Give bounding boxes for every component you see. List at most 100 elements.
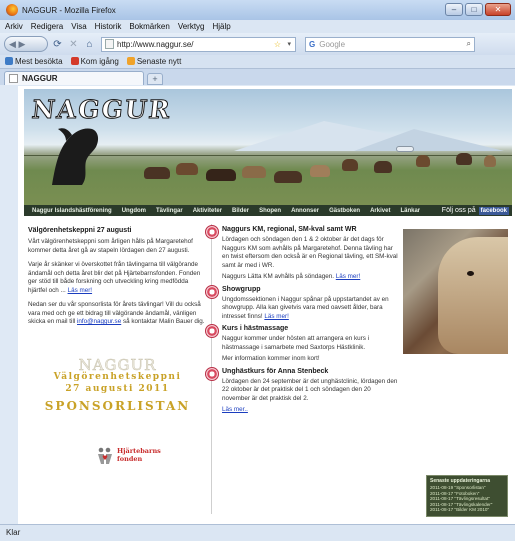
tab-favicon-icon (9, 74, 18, 83)
site-logo[interactable]: NAGGUR (30, 95, 174, 125)
navigation-toolbar: ◀ ▶ ⟳ ✕ ⌂ http://www.naggur.se/ ☆ ▾ G Go… (0, 33, 515, 55)
minimize-button[interactable]: – (445, 3, 463, 16)
charity-paragraph-2: Varje år skänker vi överskottet från täv… (28, 261, 201, 294)
menu-hjalp[interactable]: Hjälp (213, 22, 231, 31)
news-bullet-icon (205, 366, 219, 381)
forward-arrow-icon: ▶ (18, 38, 26, 49)
read-more-link[interactable]: Läs mer! (68, 287, 93, 294)
rss-icon (126, 57, 135, 65)
bookmark-most-visited[interactable]: Mest besökta (5, 57, 63, 66)
bookmark-latest-news[interactable]: Senaste nytt (126, 57, 181, 66)
header-banner: NAGGUR (24, 89, 512, 205)
nav-bilder[interactable]: Bilder (227, 208, 254, 214)
bookmark-get-started[interactable]: Kom igång (70, 57, 119, 66)
maximize-button[interactable]: □ (465, 3, 483, 16)
new-tab-button[interactable]: + (147, 73, 163, 85)
menu-verktyg[interactable]: Verktyg (178, 22, 205, 31)
nav-shopen[interactable]: Shopen (254, 208, 286, 214)
menubar: Arkiv Redigera Visa Historik Bokmärken V… (0, 20, 515, 33)
horse-photo (403, 229, 508, 354)
search-bar[interactable]: G Google ⌕ (305, 36, 475, 52)
site-navigation: Naggur Islandshästförening Ungdom Tävlin… (24, 205, 512, 216)
close-button[interactable]: ✕ (485, 3, 511, 16)
menu-visa[interactable]: Visa (71, 22, 86, 31)
home-icon[interactable]: ⌂ (83, 39, 96, 50)
nav-ungdom[interactable]: Ungdom (117, 208, 151, 214)
horse-shape (176, 163, 198, 175)
children-heart-icon (98, 447, 112, 464)
url-text: http://www.naggur.se/ (117, 39, 194, 49)
nav-gastboken[interactable]: Gästboken (324, 208, 365, 214)
charity-paragraph-3: Nedan ser du vår sponsorlista för årets … (28, 301, 205, 325)
mountain-shape-2 (354, 129, 504, 151)
read-more-link[interactable]: Läs mer! (264, 313, 289, 320)
sponsor-line-3: SPONSORLISTAN (44, 399, 191, 413)
tab-naggur[interactable]: NAGGUR (4, 71, 144, 85)
window-titlebar: NAGGUR - Mozilla Firefox – □ ✕ (0, 0, 515, 20)
search-icon[interactable]: ⌕ (467, 39, 471, 49)
nav-aktiviteter[interactable]: Aktiviteter (188, 208, 227, 214)
news-title: Showgrupp (222, 285, 261, 293)
reload-icon[interactable]: ⟳ (51, 39, 64, 50)
horse-shape (416, 155, 430, 167)
nav-tavlingar[interactable]: Tävlingar (151, 208, 188, 214)
status-bar: Klar (0, 524, 515, 541)
page-viewport: NAGGUR Naggur Islandshästförening Ungdom… (18, 86, 515, 524)
menu-bokmarken[interactable]: Bokmärken (129, 22, 169, 31)
status-text: Klar (6, 528, 21, 537)
news-item: Unghästkurs för Anna Stenbeck Lördagen d… (205, 366, 398, 415)
news-bullet-icon (205, 324, 219, 338)
update-item[interactable]: 2011-08-17 "Bilder KM 2010" (430, 507, 504, 513)
menu-arkiv[interactable]: Arkiv (5, 22, 23, 31)
news-item: Naggurs KM, regional, SM-kval samt WR Lö… (205, 225, 398, 282)
read-more-link[interactable]: Läs mer.. (222, 406, 248, 413)
news-title: Kurs i hästmassage (222, 325, 289, 332)
horse-shape (484, 155, 496, 167)
nav-annonser[interactable]: Annonser (286, 208, 324, 214)
nav-arkivet[interactable]: Arkivet (365, 208, 395, 214)
bookmark-folder-icon (5, 57, 13, 65)
news-title: Naggurs KM, regional, SM-kval samt WR (222, 226, 357, 233)
latest-updates-box: Senaste uppdateringarna 2011-08-19 "Spon… (426, 475, 508, 517)
horse-shape (310, 165, 330, 177)
news-item: Kurs i hästmassage Naggur kommer under h… (205, 324, 398, 364)
email-link[interactable]: info@naggur.se (77, 318, 121, 325)
read-more-link[interactable]: Läs mer! (336, 273, 361, 280)
menu-redigera[interactable]: Redigera (31, 22, 63, 31)
horse-mane-shape (438, 237, 508, 354)
search-placeholder: Google (319, 39, 346, 49)
menu-historik[interactable]: Historik (95, 22, 122, 31)
window-title: NAGGUR - Mozilla Firefox (22, 5, 116, 15)
page-favicon-icon (105, 39, 114, 49)
tab-bar: NAGGUR + (0, 69, 515, 85)
horse-shape (342, 159, 358, 171)
sponsor-line-2: 27 augusti 2011 (65, 384, 170, 394)
nav-lankar[interactable]: Länkar (395, 208, 425, 214)
horse-shape (274, 171, 302, 183)
facebook-icon[interactable]: facebook (478, 206, 509, 215)
sponsor-line-1: Välgörenhetskeppni (53, 372, 182, 382)
google-icon[interactable]: G (309, 40, 315, 49)
news-bullet-icon (205, 225, 219, 239)
hjartebarnsfonden-logo[interactable]: Hjärtebarns fonden (96, 444, 166, 470)
bookmark-star-icon[interactable]: ☆ (274, 40, 281, 49)
follow-text: Följ oss på (441, 207, 476, 214)
back-forward-button[interactable]: ◀ ▶ (4, 36, 48, 52)
bookmarks-toolbar: Mest besökta Kom igång Senaste nytt (0, 55, 515, 69)
nav-naggur[interactable]: Naggur Islandshästförening (27, 208, 117, 214)
url-bar[interactable]: http://www.naggur.se/ ☆ ▾ (101, 36, 296, 52)
stop-icon[interactable]: ✕ (67, 39, 80, 50)
left-column: Välgörenhetskeppni 27 augusti Vårt välgö… (28, 227, 208, 333)
firefox-bookmark-icon (70, 57, 79, 65)
facebook-follow[interactable]: Följ oss på facebook (441, 206, 509, 215)
news-bullet-icon (205, 284, 219, 299)
car-shape (396, 146, 414, 152)
horse-shape (374, 161, 392, 173)
horse-shape (456, 153, 472, 165)
firefox-icon (6, 4, 18, 16)
news-column: Naggurs KM, regional, SM-kval samt WR Lö… (205, 225, 398, 419)
horse-shape (144, 167, 170, 179)
hjarta-text: Hjärtebarns fonden (117, 447, 161, 463)
sponsor-list-banner[interactable]: NAGGUR Välgörenhetskeppni 27 augusti 201… (26, 356, 209, 413)
url-dropdown-icon[interactable]: ▾ (287, 40, 291, 48)
